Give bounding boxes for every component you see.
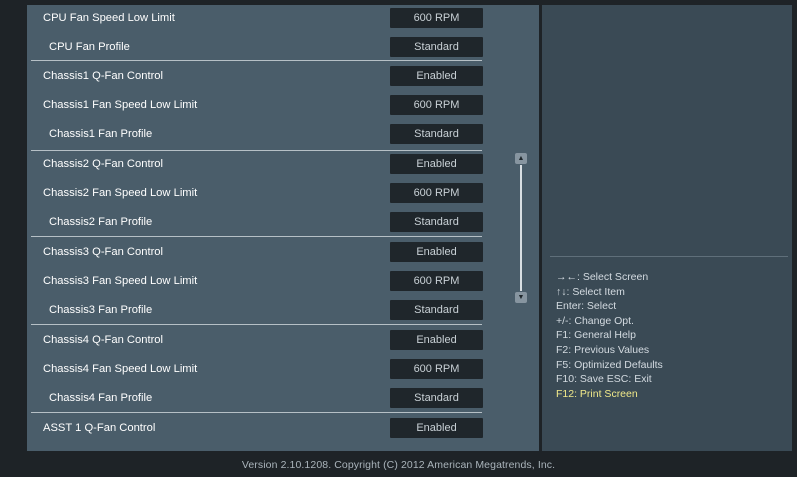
key-help-list: →←: Select Screen ↑↓: Select Item Enter: S… (556, 270, 788, 401)
setting-value-button[interactable]: Standard (390, 212, 483, 232)
setting-label: Chassis3 Q-Fan Control (43, 246, 163, 258)
settings-panel: ▲ ▼ CPU Fan Speed Low Limit 600 RPM CPU Fa… (27, 5, 539, 451)
help-line: F5: Optimized Defaults (556, 358, 663, 371)
setting-value-button[interactable]: Standard (390, 388, 483, 408)
group-divider (31, 150, 482, 151)
help-line: F1: General Help (556, 329, 636, 342)
setting-label: Chassis3 Fan Profile (49, 304, 153, 316)
setting-value-button[interactable]: Standard (390, 124, 483, 144)
setting-value-button[interactable]: Enabled (390, 418, 483, 438)
setting-row[interactable]: Chassis1 Fan Profile Standard (27, 121, 512, 150)
setting-row[interactable]: Chassis2 Q-Fan Control Enabled (27, 151, 512, 180)
setting-value-button[interactable]: 600 RPM (390, 95, 483, 115)
setting-row[interactable]: CPU Fan Speed Low Limit 600 RPM (27, 5, 512, 34)
setting-value-button[interactable]: Enabled (390, 154, 483, 174)
setting-row[interactable]: Chassis1 Q-Fan Control Enabled (27, 63, 512, 92)
setting-row[interactable]: Chassis4 Fan Profile Standard (27, 385, 512, 414)
setting-row[interactable]: Chassis4 Q-Fan Control Enabled (27, 327, 512, 356)
version-footer: Version 2.10.1208. Copyright (C) 2012 Am… (241, 459, 556, 471)
scroll-thumb[interactable] (520, 165, 522, 291)
setting-label: CPU Fan Profile (49, 41, 130, 53)
setting-row[interactable]: Chassis2 Fan Profile Standard (27, 209, 512, 238)
setting-row[interactable]: Chassis1 Fan Speed Low Limit 600 RPM (27, 92, 512, 121)
setting-value-button[interactable]: 600 RPM (390, 183, 483, 203)
setting-label: Chassis4 Fan Speed Low Limit (43, 363, 198, 375)
group-divider (31, 324, 482, 325)
group-divider (31, 412, 482, 413)
setting-value-button[interactable]: Standard (390, 37, 483, 57)
scroll-down-button[interactable]: ▼ (515, 292, 527, 303)
setting-row[interactable]: Chassis3 Fan Speed Low Limit 600 RPM (27, 268, 512, 297)
setting-label: Chassis4 Fan Profile (49, 392, 153, 404)
help-line: Enter: Select (556, 300, 617, 313)
setting-value-button[interactable]: 600 RPM (390, 359, 483, 379)
help-line: +/-: Change Opt. (556, 314, 634, 327)
setting-row[interactable]: Chassis2 Fan Speed Low Limit 600 RPM (27, 180, 512, 209)
setting-row[interactable]: Chassis3 Fan Profile Standard (27, 297, 512, 326)
setting-value-button[interactable]: 600 RPM (390, 271, 483, 291)
setting-row[interactable]: Chassis4 Fan Speed Low Limit 600 RPM (27, 356, 512, 385)
setting-value-button[interactable]: Standard (390, 300, 483, 320)
setting-label: Chassis4 Q-Fan Control (43, 334, 163, 346)
scrollbar[interactable]: ▲ ▼ (514, 153, 528, 303)
help-divider (550, 256, 788, 257)
arrow-down-icon: ▼ (517, 294, 525, 301)
setting-row[interactable]: ASST 1 Q-Fan Control Enabled (27, 415, 512, 444)
help-line: ↑↓: Select Item (556, 285, 625, 298)
setting-label: Chassis2 Fan Profile (49, 216, 153, 228)
setting-label: Chassis1 Q-Fan Control (43, 70, 163, 82)
setting-label: Chassis1 Fan Profile (49, 128, 153, 140)
setting-label: Chassis3 Fan Speed Low Limit (43, 275, 198, 287)
bios-screen: ▲ ▼ CPU Fan Speed Low Limit 600 RPM CPU Fa… (0, 0, 797, 477)
setting-row[interactable]: Chassis3 Q-Fan Control Enabled (27, 239, 512, 268)
setting-value-button[interactable]: 600 RPM (390, 8, 483, 28)
help-line: F10: Save ESC: Exit (556, 373, 652, 386)
setting-label: Chassis2 Q-Fan Control (43, 158, 163, 170)
setting-row[interactable]: CPU Fan Profile Standard (27, 34, 512, 63)
help-panel: →←: Select Screen ↑↓: Select Item Enter: S… (542, 5, 792, 451)
help-line: F2: Previous Values (556, 343, 650, 356)
setting-value-button[interactable]: Enabled (390, 242, 483, 262)
group-divider (31, 236, 482, 237)
help-line: F12: Print Screen (556, 387, 638, 400)
setting-value-button[interactable]: Enabled (390, 66, 483, 86)
group-divider (31, 60, 482, 61)
scroll-up-button[interactable]: ▲ (515, 153, 527, 164)
setting-label: Chassis2 Fan Speed Low Limit (43, 187, 198, 199)
arrow-up-icon: ▲ (517, 155, 525, 162)
setting-label: CPU Fan Speed Low Limit (43, 12, 175, 24)
setting-value-button[interactable]: Enabled (390, 330, 483, 350)
help-line: →←: Select Screen (556, 271, 649, 283)
setting-label: ASST 1 Q-Fan Control (43, 422, 156, 434)
setting-label: Chassis1 Fan Speed Low Limit (43, 99, 198, 111)
